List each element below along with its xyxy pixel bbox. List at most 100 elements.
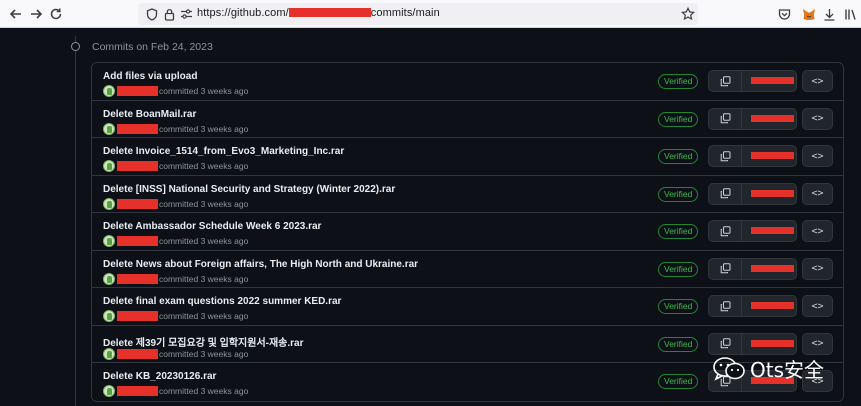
browser-toolbar: https://github.com/commits/main [0, 0, 861, 28]
sha-button-group [708, 257, 797, 280]
avatar[interactable] [103, 85, 115, 97]
sha-button-group [708, 107, 797, 130]
browse-repo-button[interactable]: <> [802, 182, 833, 205]
commit-title[interactable]: Delete Invoice_1514_from_Evo3_Marketing_… [103, 146, 344, 157]
commit-sha-redaction[interactable] [751, 339, 794, 347]
download-icon[interactable] [819, 4, 839, 24]
copy-sha-button[interactable] [709, 71, 742, 91]
reload-icon[interactable] [46, 4, 66, 24]
sha-button-group [708, 145, 797, 167]
commit-meta: committed 3 weeks ago [159, 198, 249, 209]
copy-icon [720, 75, 730, 86]
copy-icon [720, 225, 730, 236]
watermark-text: Ots安全 [750, 358, 825, 382]
avatar[interactable] [103, 160, 115, 172]
commit-sha-redaction[interactable] [751, 302, 794, 309]
commit-meta: committed 3 weeks ago [159, 161, 249, 171]
browse-repo-button[interactable]: <> [802, 70, 833, 92]
commit-row: Delete Ambassador Schedule Week 6 2023.r… [92, 213, 843, 251]
browse-repo-button[interactable]: <> [802, 257, 833, 280]
author-redaction [117, 273, 158, 284]
library-icon[interactable] [840, 4, 860, 24]
bookmark-star-icon[interactable] [678, 4, 698, 24]
avatar[interactable] [103, 197, 115, 210]
watermark: Ots安全 [712, 352, 842, 384]
sha-button-group [708, 220, 797, 242]
author-redaction [117, 348, 158, 359]
commit-title[interactable]: Delete Ambassador Schedule Week 6 2023.r… [103, 221, 321, 232]
verified-badge[interactable]: Verified [658, 186, 699, 202]
verified-badge[interactable]: Verified [658, 149, 699, 164]
commit-list: Add files via upload committed 3 weeks ag… [91, 62, 844, 402]
verified-badge[interactable]: Verified [658, 74, 699, 89]
commit-row: Delete final exam questions 2022 summer … [92, 288, 843, 326]
browse-repo-button[interactable]: <> [802, 295, 833, 317]
browse-repo-button[interactable]: <> [802, 107, 833, 130]
verified-badge[interactable]: Verified [658, 111, 699, 127]
verified-badge[interactable]: Verified [658, 374, 699, 389]
back-arrow-icon[interactable] [6, 4, 26, 24]
copy-sha-button[interactable] [709, 108, 742, 129]
commit-sha-redaction[interactable] [751, 114, 794, 122]
commit-title[interactable]: Delete News about Foreign affairs, The H… [103, 259, 418, 270]
commit-sha-redaction[interactable] [751, 152, 794, 159]
copy-icon [720, 338, 730, 349]
commit-title[interactable]: Delete [INSS] National Security and Stra… [103, 184, 395, 195]
verified-badge[interactable]: Verified [658, 336, 699, 352]
avatar[interactable] [103, 347, 115, 360]
commit-row: Add files via upload committed 3 weeks ag… [92, 63, 843, 101]
avatar[interactable] [103, 385, 115, 397]
metamask-fox-icon[interactable] [799, 4, 819, 24]
copy-icon [720, 188, 730, 199]
copy-sha-button[interactable] [709, 333, 742, 354]
author-redaction [117, 236, 158, 246]
avatar[interactable] [103, 122, 115, 135]
commit-sha-redaction[interactable] [751, 227, 794, 234]
avatar[interactable] [103, 310, 115, 322]
verified-badge[interactable]: Verified [658, 224, 699, 239]
author-redaction [117, 123, 158, 134]
author-redaction [117, 161, 158, 171]
copy-icon [720, 263, 730, 274]
verified-badge[interactable]: Verified [658, 299, 699, 314]
copy-sha-button[interactable] [709, 146, 742, 166]
commit-sha-redaction[interactable] [751, 189, 794, 197]
commit-date-heading: Commits on Feb 24, 2023 [92, 41, 213, 53]
commit-meta: committed 3 weeks ago [159, 348, 249, 359]
commit-meta: committed 3 weeks ago [159, 311, 249, 321]
commit-row: Delete [INSS] National Security and Stra… [92, 175, 843, 213]
copy-sha-button[interactable] [709, 296, 742, 316]
permissions-icon[interactable] [176, 4, 196, 24]
browse-repo-button[interactable]: <> [802, 145, 833, 167]
commit-title[interactable]: Delete 제39기 모집요강 및 입학지원서-재송.rar [103, 334, 304, 349]
verified-badge[interactable]: Verified [658, 261, 699, 277]
commit-sha-redaction[interactable] [751, 77, 794, 84]
forward-arrow-icon[interactable] [26, 4, 46, 24]
copy-sha-button[interactable] [709, 258, 742, 279]
commit-title[interactable]: Delete final exam questions 2022 summer … [103, 296, 341, 307]
commit-meta: committed 3 weeks ago [159, 123, 249, 134]
commit-title[interactable]: Add files via upload [103, 71, 197, 82]
commit-title[interactable]: Delete KB_20230126.rar [103, 371, 216, 382]
copy-sha-button[interactable] [709, 221, 742, 241]
commit-meta: committed 3 weeks ago [159, 273, 249, 284]
avatar[interactable] [103, 235, 115, 247]
browse-repo-button[interactable]: <> [802, 220, 833, 242]
commit-title[interactable]: Delete BoanMail.rar [103, 109, 196, 120]
url-suffix: commits/main [370, 7, 440, 19]
sha-button-group [708, 182, 797, 205]
commit-row: Delete News about Foreign affairs, The H… [92, 250, 843, 288]
pocket-icon[interactable] [774, 4, 794, 24]
avatar[interactable] [103, 272, 115, 285]
commit-meta: committed 3 weeks ago [159, 386, 249, 396]
commit-sha-redaction[interactable] [751, 264, 794, 272]
author-redaction [117, 86, 158, 96]
commit-timeline-icon [71, 42, 80, 51]
copy-icon [720, 150, 730, 161]
timeline-line [75, 36, 76, 406]
url-redaction [288, 8, 371, 17]
wechat-logo-icon [712, 356, 748, 382]
copy-icon [720, 113, 730, 124]
copy-sha-button[interactable] [709, 183, 742, 204]
url-text[interactable]: https://github.com/commits/main [197, 7, 440, 19]
